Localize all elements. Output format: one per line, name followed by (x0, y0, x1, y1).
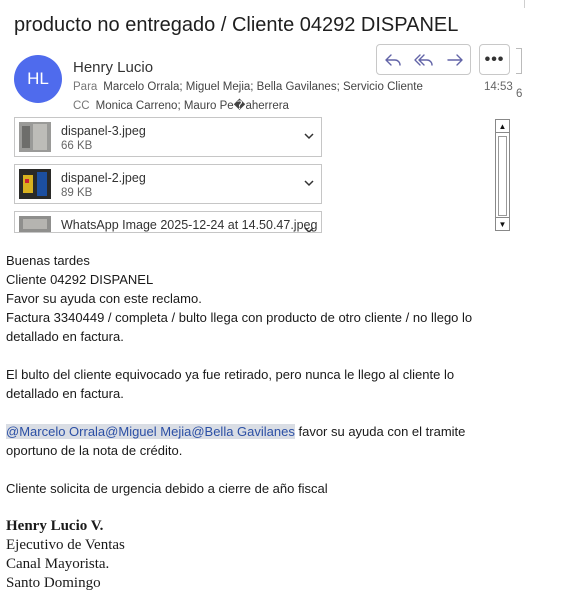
cc-label: CC (73, 100, 90, 112)
to-line: Para Marcelo Orrala; Miguel Mejia; Bella … (73, 81, 423, 93)
body-line: Favor su ayuda con este reclamo. (6, 291, 202, 306)
scroll-down-arrow[interactable]: ▼ (496, 217, 509, 230)
more-actions-button[interactable]: ••• (479, 44, 510, 75)
body-line: El bulto del cliente equivocado ya fue r… (6, 367, 455, 382)
attachment-size: 89 KB (61, 187, 93, 199)
attachment-name: dispanel-3.jpeg (61, 124, 146, 138)
reply-actions (376, 44, 471, 75)
to-recipients[interactable]: Marcelo Orrala; Miguel Mejia; Bella Gavi… (103, 81, 423, 93)
reply-icon (384, 53, 401, 66)
image-thumbnail (19, 169, 51, 199)
reply-all-button[interactable] (408, 45, 439, 74)
chevron-down-icon[interactable] (303, 224, 315, 233)
forward-button[interactable] (439, 45, 470, 74)
body-line: @Marcelo Orrala@Miguel Mejia@Bella Gavil… (6, 422, 526, 441)
signature-name: Henry Lucio V. (6, 518, 104, 534)
chevron-down-icon[interactable] (303, 130, 315, 142)
reply-button[interactable] (377, 45, 408, 74)
to-label: Para (73, 81, 98, 93)
chevron-down-icon[interactable] (303, 177, 315, 189)
sent-time: 14:53 (484, 81, 513, 93)
avatar[interactable]: HL (14, 55, 62, 103)
attachments-scrollbar[interactable]: ▲ ▼ (495, 119, 510, 231)
attachment-name: dispanel-2.jpeg (61, 171, 146, 185)
window-edge (524, 0, 525, 8)
body-line: Factura 3340449 / completa / bulto llega… (6, 310, 473, 325)
body-line: Cliente solicita de urgencia debido a ci… (6, 481, 328, 496)
attachment-item[interactable]: dispanel-3.jpeg 66 KB (14, 117, 322, 157)
body-line: Cliente 04292 DISPANEL (6, 272, 154, 287)
image-thumbnail (19, 216, 51, 232)
body-line: detallado en factura. (6, 386, 124, 401)
forward-icon (446, 53, 463, 66)
signature-city: Santo Domingo (6, 575, 101, 591)
body-line: oportuno de la nota de crédito. (6, 443, 183, 458)
sender-name[interactable]: Henry Lucio (73, 59, 153, 76)
image-thumbnail (19, 122, 51, 152)
attachment-item[interactable]: WhatsApp Image 2025-12-24 at 14.50.47.jp… (14, 211, 322, 233)
signature-title: Ejecutivo de Ventas (6, 537, 125, 553)
body-line: Buenas tardes (6, 253, 90, 268)
panel-edge (516, 48, 522, 74)
scroll-up-arrow[interactable]: ▲ (496, 120, 509, 133)
mention-links[interactable]: @Marcelo Orrala@Miguel Mejia@Bella Gavil… (6, 424, 295, 439)
body-line: detallado en factura. (6, 329, 124, 344)
time-overflow: 6 (516, 88, 523, 100)
attachment-name: WhatsApp Image 2025-12-24 at 14.50.47.jp… (61, 218, 318, 232)
scroll-thumb[interactable] (498, 136, 507, 216)
signature-channel: Canal Mayorista. (6, 556, 110, 572)
cc-recipients[interactable]: Monica Carreno; Mauro Pe�aherrera (96, 100, 289, 112)
attachment-size: 66 KB (61, 140, 93, 152)
email-subject: producto no entregado / Cliente 04292 DI… (14, 14, 459, 36)
body-text: favor su ayuda con el tramite (294, 424, 466, 439)
reply-all-icon (413, 53, 433, 66)
cc-line: CC Monica Carreno; Mauro Pe�aherrera (73, 98, 289, 112)
attachment-item[interactable]: dispanel-2.jpeg 89 KB (14, 164, 322, 204)
email-body: Buenas tardes Cliente 04292 DISPANEL Fav… (6, 251, 526, 593)
